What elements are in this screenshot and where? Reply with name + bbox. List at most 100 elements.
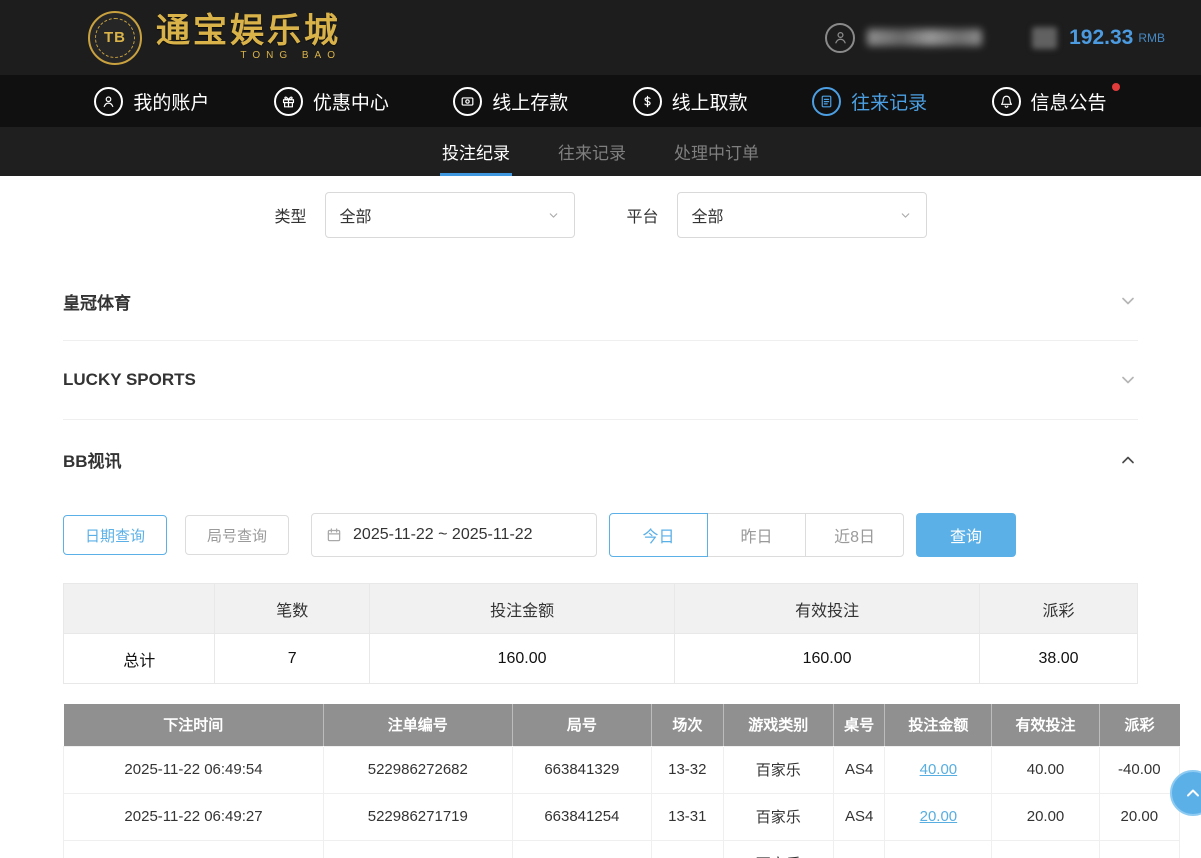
main-content: 类型 全部 平台 全部 皇冠体育 LUCKY SPORTS BB视讯 日期查询 … [0, 192, 1201, 858]
user-icon [94, 87, 123, 116]
cell-order-no: 522986272682 [324, 746, 513, 793]
bet-amount-link[interactable]: 20.00 [920, 808, 958, 825]
withdraw-icon [633, 87, 662, 116]
header-valid-bet: 有效投注 [992, 704, 1099, 746]
logo-badge-text: TB [95, 18, 135, 58]
detail-header-row: 下注时间 注单编号 局号 场次 游戏类别 桌号 投注金额 有效投注 派彩 [64, 704, 1180, 746]
bet-amount-link[interactable]: 40.00 [920, 761, 958, 778]
summary-header-valid-bet: 有效投注 [675, 584, 980, 634]
header-bet-amount: 投注金额 [885, 704, 992, 746]
logo[interactable]: TB 通宝娱乐城 TONG BAO [88, 11, 341, 65]
balance-currency: RMB [1138, 31, 1165, 45]
date-range-value: 2025-11-22 ~ 2025-11-22 [353, 526, 533, 544]
chevron-up-icon [1118, 450, 1138, 470]
last-8-days-button[interactable]: 近8日 [805, 513, 904, 557]
logo-text: 通宝娱乐城 TONG BAO [156, 14, 341, 61]
table-row: 2025-11-22 06:49:27 522986271719 6638412… [64, 793, 1180, 840]
cell-bet-time: 2025-11-22 06:49:54 [64, 746, 324, 793]
header-table-no: 桌号 [834, 704, 885, 746]
cell-session: 13-32 [652, 746, 723, 793]
provider-sections: 皇冠体育 LUCKY SPORTS BB视讯 [63, 262, 1138, 499]
chevron-down-icon [1118, 291, 1138, 311]
chevron-down-icon [1118, 370, 1138, 390]
user-avatar-icon[interactable] [825, 23, 855, 53]
table-row: 2025-11-22 06:49:00 522986270803 6638411… [64, 840, 1180, 858]
search-button[interactable]: 查询 [916, 513, 1016, 557]
summary-total-payout: 38.00 [980, 634, 1138, 684]
section-crown-sports[interactable]: 皇冠体育 [63, 262, 1138, 341]
type-select-value: 全部 [340, 203, 372, 227]
section-title: LUCKY SPORTS [63, 370, 196, 390]
cell-bet-time: 2025-11-22 06:49:27 [64, 793, 324, 840]
summary-header-bet-amount: 投注金额 [370, 584, 675, 634]
nav-label: 我的账户 [133, 88, 209, 115]
calendar-icon [325, 526, 343, 544]
summary-header-row: 笔数 投注金额 有效投注 派彩 [64, 584, 1138, 634]
cell-valid-bet: 20.00 [992, 793, 1099, 840]
date-range-picker[interactable]: 2025-11-22 ~ 2025-11-22 [311, 513, 597, 557]
tab-transaction-records[interactable]: 往来记录 [556, 127, 628, 176]
nav-item-my-account[interactable]: 我的账户 [94, 87, 209, 116]
summary-total-count: 7 [215, 634, 370, 684]
cell-payout: 20.00 [1099, 840, 1179, 858]
cell-order-no: 522986271719 [324, 793, 513, 840]
nav-item-promotions[interactable]: 优惠中心 [274, 87, 389, 116]
nav-item-records[interactable]: 往来记录 [812, 87, 927, 116]
header-round-no: 局号 [512, 704, 652, 746]
cell-valid-bet: 20.00 [992, 840, 1099, 858]
logo-subtitle: TONG BAO [156, 50, 341, 61]
cell-round-no: 663841175 [512, 840, 652, 858]
summary-header-count: 笔数 [215, 584, 370, 634]
header-game-type: 游戏类别 [723, 704, 833, 746]
logo-title: 通宝娱乐城 [156, 14, 341, 50]
cell-round-no: 663841329 [512, 746, 652, 793]
tab-processing-orders[interactable]: 处理中订单 [672, 127, 761, 176]
round-query-button[interactable]: 局号查询 [185, 515, 289, 555]
summary-total-valid-bet: 160.00 [675, 634, 980, 684]
summary-table: 笔数 投注金额 有效投注 派彩 总计 7 160.00 160.00 38.00 [63, 583, 1138, 684]
type-select[interactable]: 全部 [325, 192, 575, 238]
cell-round-no: 663841254 [512, 793, 652, 840]
section-bb-live[interactable]: BB视讯 [63, 420, 1138, 499]
nav-item-withdraw[interactable]: 线上取款 [633, 87, 748, 116]
query-bar: 日期查询 局号查询 2025-11-22 ~ 2025-11-22 今日 昨日 … [63, 513, 1138, 557]
records-icon [812, 87, 841, 116]
cell-table-no: AS4 [834, 793, 885, 840]
cell-payout: 20.00 [1099, 793, 1179, 840]
section-lucky-sports[interactable]: LUCKY SPORTS [63, 341, 1138, 420]
nav-item-deposit[interactable]: 线上存款 [453, 87, 568, 116]
username-redacted [867, 29, 982, 46]
section-title: BB视讯 [63, 447, 122, 472]
header-session: 场次 [652, 704, 723, 746]
record-subtabs: 投注纪录 往来记录 处理中订单 [0, 127, 1201, 176]
bet-detail-table: 下注时间 注单编号 局号 场次 游戏类别 桌号 投注金额 有效投注 派彩 202… [63, 704, 1180, 858]
tab-betting-records[interactable]: 投注纪录 [440, 127, 512, 176]
date-query-button[interactable]: 日期查询 [63, 515, 167, 555]
top-header: TB 通宝娱乐城 TONG BAO 192.33 RMB [0, 0, 1201, 75]
balance-amount[interactable]: 192.33 [1069, 26, 1133, 50]
cell-order-no: 522986270803 [324, 840, 513, 858]
filter-row: 类型 全部 平台 全部 [63, 192, 1138, 238]
deposit-icon [453, 87, 482, 116]
cell-game-type: 百家乐 [723, 793, 833, 840]
cell-game-type: 百家乐 [723, 746, 833, 793]
chevron-up-icon [1183, 783, 1201, 803]
nav-label: 优惠中心 [313, 88, 389, 115]
platform-select-value: 全部 [692, 203, 724, 227]
yesterday-button[interactable]: 昨日 [707, 513, 806, 557]
table-row: 2025-11-22 06:49:54 522986272682 6638413… [64, 746, 1180, 793]
cell-table-no: AS4 [834, 746, 885, 793]
cell-bet-time: 2025-11-22 06:49:00 [64, 840, 324, 858]
cell-session: 13-30 [652, 840, 723, 858]
gift-icon [274, 87, 303, 116]
nav-label: 往来记录 [851, 88, 927, 115]
chevron-down-icon [899, 209, 912, 222]
nav-label: 线上取款 [672, 88, 748, 115]
platform-select[interactable]: 全部 [677, 192, 927, 238]
cell-session: 13-31 [652, 793, 723, 840]
today-button[interactable]: 今日 [609, 513, 708, 557]
nav-item-announcements[interactable]: 信息公告 [992, 87, 1107, 116]
main-navigation: 我的账户 优惠中心 线上存款 线上取款 往来记录 信息公告 [0, 75, 1201, 127]
wallet-icon [1032, 27, 1057, 49]
nav-label: 线上存款 [492, 88, 568, 115]
